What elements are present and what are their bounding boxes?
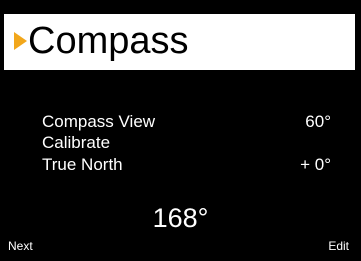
edit-softkey[interactable]: Edit	[328, 239, 349, 253]
right-triangle-icon	[14, 32, 27, 50]
next-softkey[interactable]: Next	[8, 239, 33, 253]
menu-item-label: Calibrate	[42, 133, 111, 152]
menu-item-label: Compass View	[42, 112, 156, 131]
menu-item-label: True North	[42, 155, 123, 174]
title-bar: Compass	[4, 14, 355, 70]
menu-item-value: + 0°	[300, 155, 331, 174]
page-title: Compass	[28, 20, 189, 62]
compass-screen: Compass Compass View 60° Calibrate True …	[0, 0, 361, 261]
menu-item-value: 60°	[305, 112, 331, 131]
heading-readout: 168°	[152, 203, 209, 233]
